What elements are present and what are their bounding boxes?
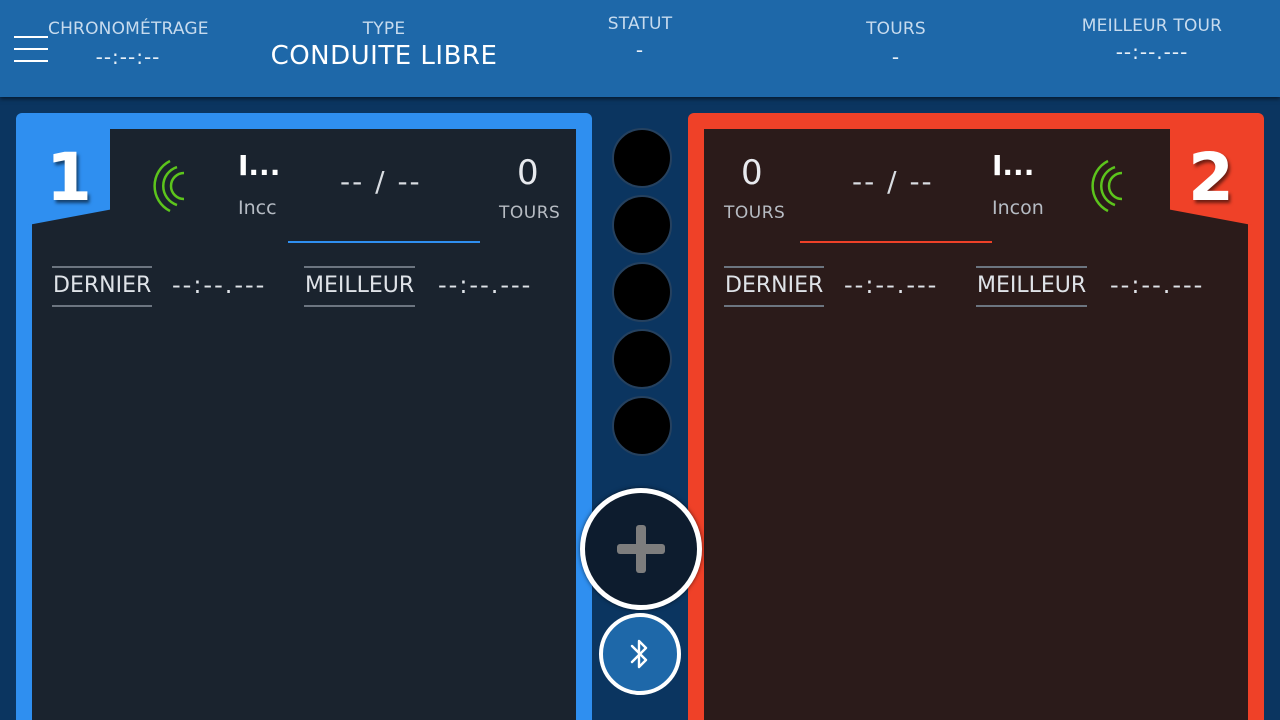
timing-label: CHRONOMÉTRAGE [48,19,209,39]
start-light [612,195,672,255]
lap-count-label: TOURS [724,203,786,223]
lane-2-content [704,129,1248,720]
best-lap-value: --:--.--- [438,271,533,299]
start-light [612,329,672,389]
lane-2-panel[interactable]: 2 0 TOURS -- / -- I... Incon DERNIER --:… [688,113,1264,720]
best-lap-label: MEILLEUR TOUR [1081,16,1223,36]
hamburger-menu-icon[interactable] [14,34,50,64]
header-timing: CHRONOMÉTRAGE --:--:-- [48,19,209,69]
header-type: TYPE CONDUITE LIBRE [264,19,504,71]
timing-value: --:--:-- [95,45,161,69]
signal-icon [1091,159,1123,213]
header-best-lap: MEILLEUR TOUR --:--.--- [1062,16,1242,64]
best-lap-label: MEILLEUR [304,266,416,307]
last-lap-value: --:--.--- [172,271,267,299]
bluetooth-icon [630,639,648,669]
lane-underline [800,241,992,243]
lane-underline [288,241,480,243]
driver-subtitle: Incc [238,197,277,219]
last-lap-label: DERNIER [724,266,825,307]
signal-icon [153,159,185,213]
add-button[interactable] [580,488,702,610]
lane-1-panel[interactable]: 1 I... Incc -- / -- 0 TOURS DERNIER --:-… [16,113,592,720]
header-laps: TOURS - [836,19,956,69]
lap-count: 0 [741,153,763,193]
driver-name[interactable]: I... [992,149,1034,182]
lane-2-number: 2 [1170,129,1252,225]
lap-count-label: TOURS [499,203,561,223]
type-value: CONDUITE LIBRE [270,41,498,71]
driver-name[interactable]: I... [238,149,280,182]
bluetooth-button[interactable] [599,613,681,695]
plus-icon [617,525,665,573]
status-label: STATUT [607,14,673,34]
lap-count: 0 [517,153,539,193]
driver-subtitle: Incon [992,197,1044,219]
last-lap-value: --:--.--- [844,271,939,299]
best-lap-value: --:--.--- [1115,40,1189,64]
start-light [612,262,672,322]
lane-1-content [32,129,576,720]
position-value: -- / -- [852,165,934,198]
header-status: STATUT - [580,14,700,62]
type-label: TYPE [362,19,406,39]
best-lap-value: --:--.--- [1110,271,1205,299]
start-light [612,128,672,188]
last-lap-label: DERNIER [52,266,153,307]
laps-label: TOURS [866,19,926,39]
top-bar: CHRONOMÉTRAGE --:--:-- TYPE CONDUITE LIB… [0,0,1280,97]
lane-1-number: 1 [28,129,110,225]
status-value: - [635,38,645,62]
position-value: -- / -- [340,165,422,198]
start-light [612,396,672,456]
best-lap-label: MEILLEUR [976,266,1088,307]
laps-value: - [891,45,901,69]
